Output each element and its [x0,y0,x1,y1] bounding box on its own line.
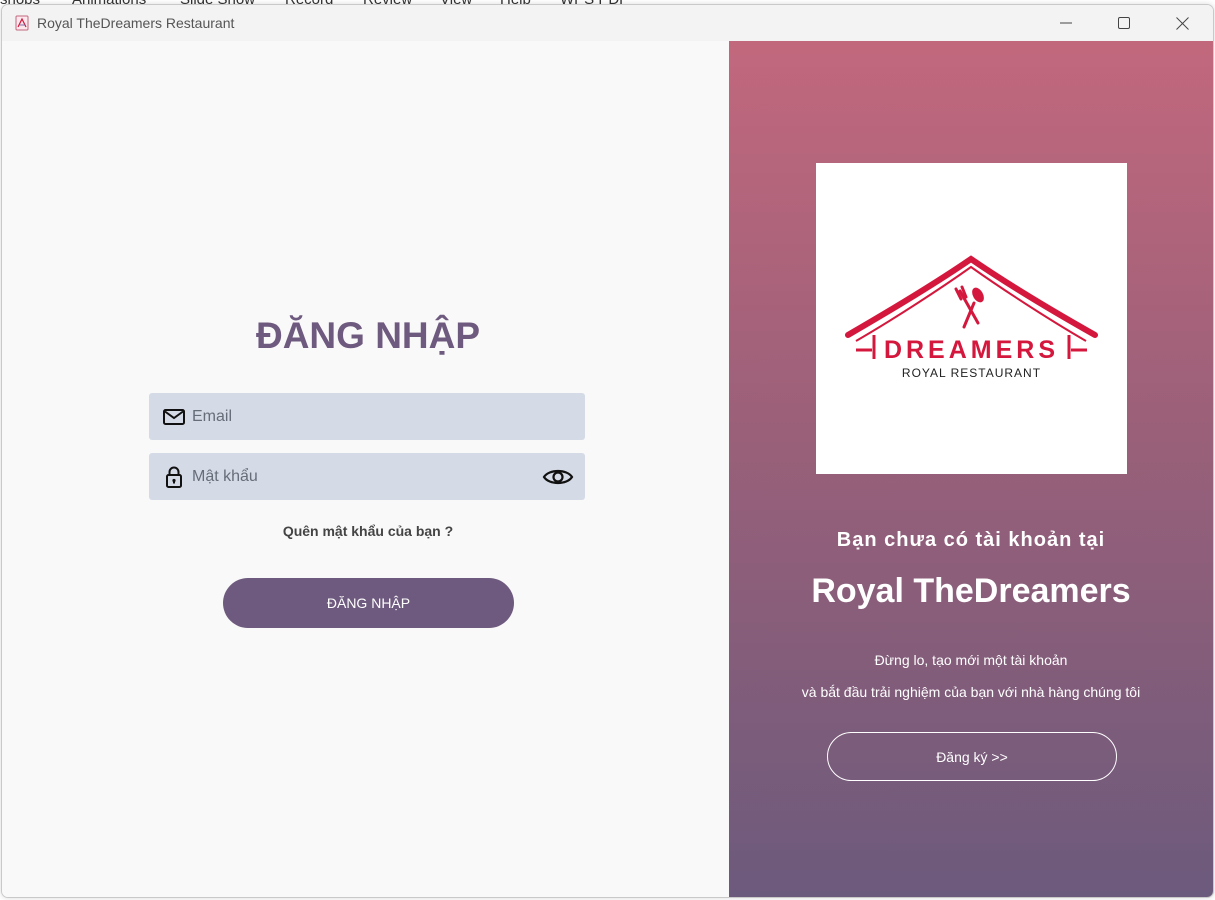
logo-brand-text: DREAMERS [884,336,1059,364]
lock-icon [166,466,182,488]
minimize-icon [1060,22,1072,24]
register-button[interactable]: Đăng ký >> [827,732,1117,781]
maximize-button[interactable] [1095,5,1153,41]
promo-brand-name: Royal TheDreamers [811,572,1131,610]
promo-subtext-1: Đừng lo, tạo mới một tài khoản [874,652,1068,668]
forgot-password-link[interactable]: Quên mật khẩu của bạn ? [150,523,586,539]
login-panel: ĐĂNG NHẬP Quên mật khẩu của bạn ? ĐĂNG N [2,41,729,897]
mail-icon [163,409,185,425]
dreamers-logo-graphic: DREAMERS ROYAL RESTAURANT [845,255,1098,380]
app-window: Royal TheDreamers Restaurant ĐĂNG NHẬP E… [1,4,1214,898]
close-icon [1175,16,1189,30]
window-title: Royal TheDreamers Restaurant [37,15,235,31]
email-field[interactable] [149,393,585,440]
login-title: ĐĂNG NHẬP [255,315,481,356]
minimize-button[interactable] [1037,5,1095,41]
email-input[interactable] [192,393,532,440]
restaurant-app-icon [15,15,29,31]
password-field[interactable] [149,453,585,500]
maximize-icon [1118,17,1130,29]
title-bar[interactable]: Royal TheDreamers Restaurant [2,5,1213,41]
restaurant-logo: DREAMERS ROYAL RESTAURANT [816,163,1127,474]
eye-icon[interactable] [542,465,574,489]
password-input[interactable] [192,453,532,500]
promo-heading: Bạn chưa có tài khoản tại [836,529,1106,551]
login-button[interactable]: ĐĂNG NHẬP [223,578,514,628]
register-promo-panel: DREAMERS ROYAL RESTAURANT Bạn chưa có tà… [729,41,1213,897]
close-button[interactable] [1153,5,1211,41]
promo-subtext-2: và bắt đầu trải nghiệm của bạn với nhà h… [801,684,1141,700]
logo-tagline-text: ROYAL RESTAURANT [902,366,1041,380]
